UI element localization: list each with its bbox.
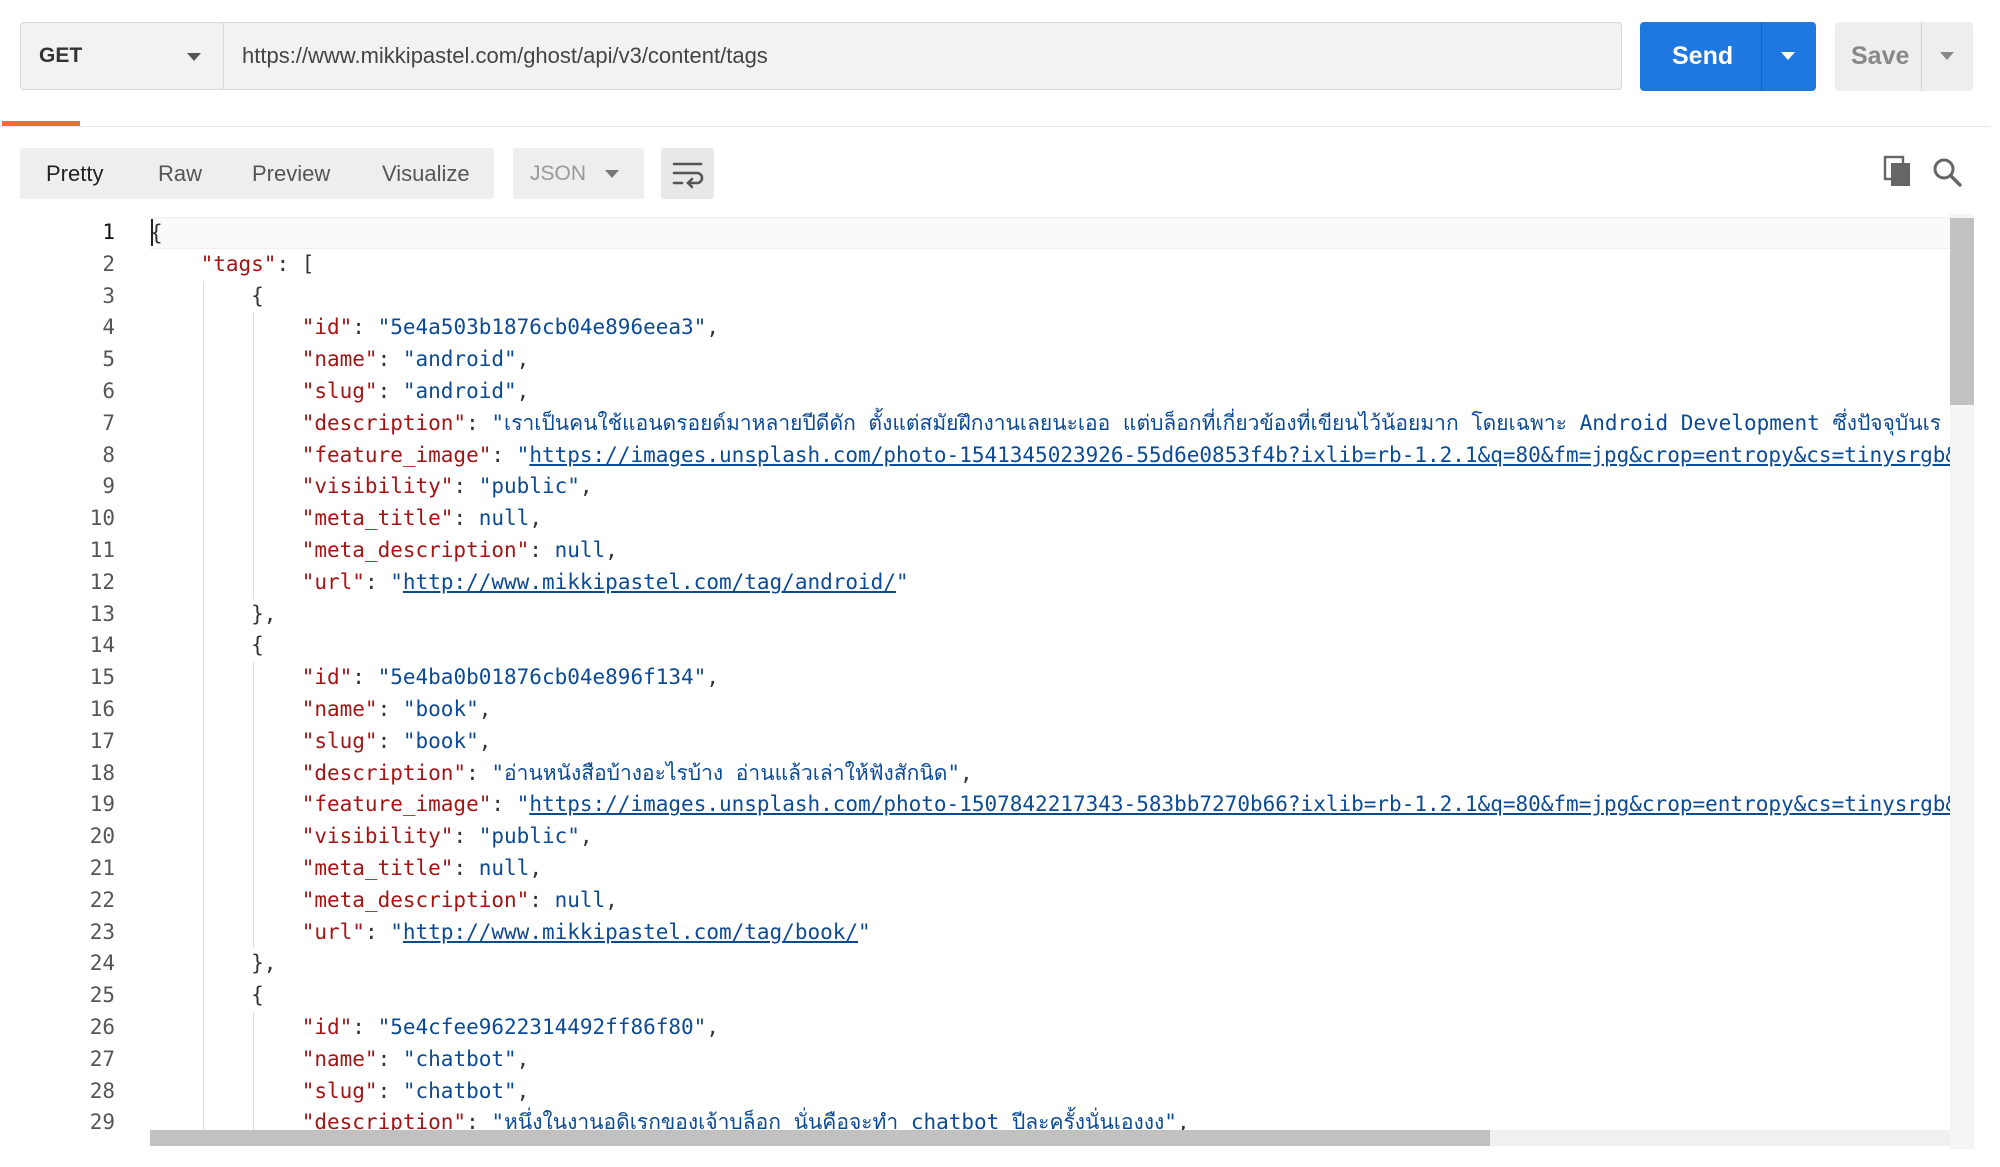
tab-raw[interactable]: Raw — [158, 148, 202, 199]
code-line: { — [150, 217, 1952, 249]
line-number: 22 — [89, 887, 115, 912]
method-select[interactable]: GET — [20, 22, 223, 90]
indent-guide — [253, 662, 255, 949]
progress-track — [0, 126, 1990, 127]
code-line: }, — [150, 601, 277, 626]
code-line: "id": "5e4cfee9622314492ff86f80", — [301, 1015, 719, 1039]
line-number: 11 — [89, 538, 115, 562]
code-line: { — [150, 633, 264, 658]
line-number: 5 — [102, 347, 115, 372]
line-number: 15 — [89, 665, 115, 690]
send-label: Send — [1672, 42, 1734, 70]
copy-button[interactable] — [1883, 155, 1913, 189]
tab-visualize[interactable]: Visualize — [382, 148, 470, 199]
line-number: 19 — [89, 792, 115, 817]
line-number: 14 — [89, 633, 115, 658]
wrap-lines-button[interactable] — [661, 148, 714, 199]
line-number-gutter: 1 2 3 4 5 6 7 8 9 10 11 12 13 14 15 16 17 18 19 20 21 22 23 24 2… — [0, 214, 148, 1149]
progress-bar — [2, 121, 80, 126]
code-line: { — [150, 283, 264, 308]
code-line: "id": "5e4ba0b01876cb04e896f134", — [301, 665, 719, 690]
line-number: 28 — [89, 1078, 115, 1103]
format-select[interactable]: JSON — [513, 148, 644, 199]
code-line: "feature_image": "https://images.unsplas… — [301, 442, 1958, 467]
send-options-chevron-icon[interactable] — [1781, 52, 1795, 60]
line-number: 29 — [89, 1110, 115, 1135]
code-line: "meta_title": null, — [301, 506, 542, 531]
save-divider — [1921, 22, 1922, 91]
code-line: "name": "android", — [301, 347, 530, 372]
search-icon — [1933, 158, 1962, 187]
format-label: JSON — [530, 162, 587, 185]
code-line: "meta_description": null, — [301, 887, 618, 912]
code-line: "slug": "book", — [301, 728, 492, 753]
line-number: 16 — [89, 697, 115, 721]
save-options-chevron-icon[interactable] — [1940, 52, 1954, 60]
code-line: "description": "อ่านหนังสือบ้างอะไรบ้าง … — [301, 760, 973, 785]
save-button[interactable]: Save — [1835, 22, 1973, 91]
line-number: 3 — [102, 283, 115, 308]
line-number: 9 — [102, 474, 115, 499]
url-input[interactable]: https://www.mikkipastel.com/ghost/api/v3… — [223, 22, 1622, 90]
line-number: 18 — [89, 760, 115, 785]
code-line: "feature_image": "https://images.unsplas… — [301, 792, 1958, 817]
line-number: 23 — [89, 919, 115, 944]
line-number: 24 — [89, 951, 115, 976]
chevron-down-icon — [605, 170, 619, 178]
search-button[interactable] — [1930, 155, 1964, 189]
line-number: 17 — [89, 728, 115, 753]
horizontal-scrollbar-thumb[interactable] — [150, 1130, 1490, 1146]
code-line: "description": "เราเป็นคนใช้แอนดรอยด์มาห… — [301, 410, 1942, 435]
code-line: "slug": "android", — [301, 379, 530, 403]
tab-pretty[interactable]: Pretty — [46, 148, 103, 199]
line-number: 2 — [102, 251, 115, 276]
code-line: "meta_title": null, — [301, 856, 542, 880]
vertical-scrollbar[interactable] — [1950, 214, 1974, 1149]
line-number: 6 — [102, 379, 115, 403]
line-number: 27 — [89, 1046, 115, 1071]
line-number: 13 — [89, 601, 115, 626]
line-number: 21 — [89, 856, 115, 880]
code-line: "name": "chatbot", — [301, 1046, 530, 1071]
code-line: "meta_description": null, — [301, 538, 618, 562]
line-number: 12 — [89, 569, 115, 594]
line-number: 1 — [102, 220, 115, 244]
indent-guide — [202, 280, 204, 1134]
code-line: "visibility": "public", — [301, 474, 593, 499]
chevron-down-icon — [187, 53, 201, 61]
line-number: 20 — [89, 824, 115, 849]
line-number: 25 — [89, 983, 115, 1008]
send-button[interactable]: Send — [1640, 22, 1816, 91]
send-divider — [1761, 22, 1762, 91]
code-line: "tags": [ — [200, 251, 315, 276]
code-line: "url": "http://www.mikkipastel.com/tag/b… — [301, 919, 871, 944]
code-line: }, — [150, 951, 277, 976]
text-cursor — [151, 219, 153, 246]
line-number: 4 — [102, 315, 115, 340]
horizontal-scrollbar[interactable] — [150, 1130, 1950, 1146]
line-number: 7 — [102, 410, 115, 435]
copy-icon — [1883, 155, 1910, 186]
code-line: { — [150, 983, 264, 1008]
code-line: "visibility": "public", — [301, 824, 593, 849]
save-label: Save — [1851, 42, 1910, 70]
wrap-lines-icon — [672, 162, 704, 189]
vertical-scrollbar-thumb[interactable] — [1950, 218, 1974, 405]
code-line: "url": "http://www.mikkipastel.com/tag/a… — [301, 569, 909, 594]
code-area[interactable]: { "tags": [ { "id": "5e4a503b1876cb04e89… — [150, 214, 1977, 1134]
tab-preview[interactable]: Preview — [252, 148, 330, 199]
indent-guide — [253, 312, 255, 599]
code-line: "id": "5e4a503b1876cb04e896eea3", — [301, 315, 719, 340]
code-line: "slug": "chatbot", — [301, 1078, 530, 1103]
response-body-editor[interactable]: 1 2 3 4 5 6 7 8 9 10 11 12 13 14 15 16 17 18 19 20 21 22 23 24 2… — [0, 214, 1990, 1149]
code-line: "name": "book", — [301, 697, 492, 721]
line-number: 10 — [89, 506, 115, 531]
line-number: 26 — [89, 1015, 115, 1039]
line-number: 8 — [102, 442, 115, 467]
response-view-tabs: Pretty Raw Preview Visualize — [20, 148, 494, 199]
indent-guide — [253, 1012, 255, 1134]
method-label: GET — [39, 44, 83, 67]
